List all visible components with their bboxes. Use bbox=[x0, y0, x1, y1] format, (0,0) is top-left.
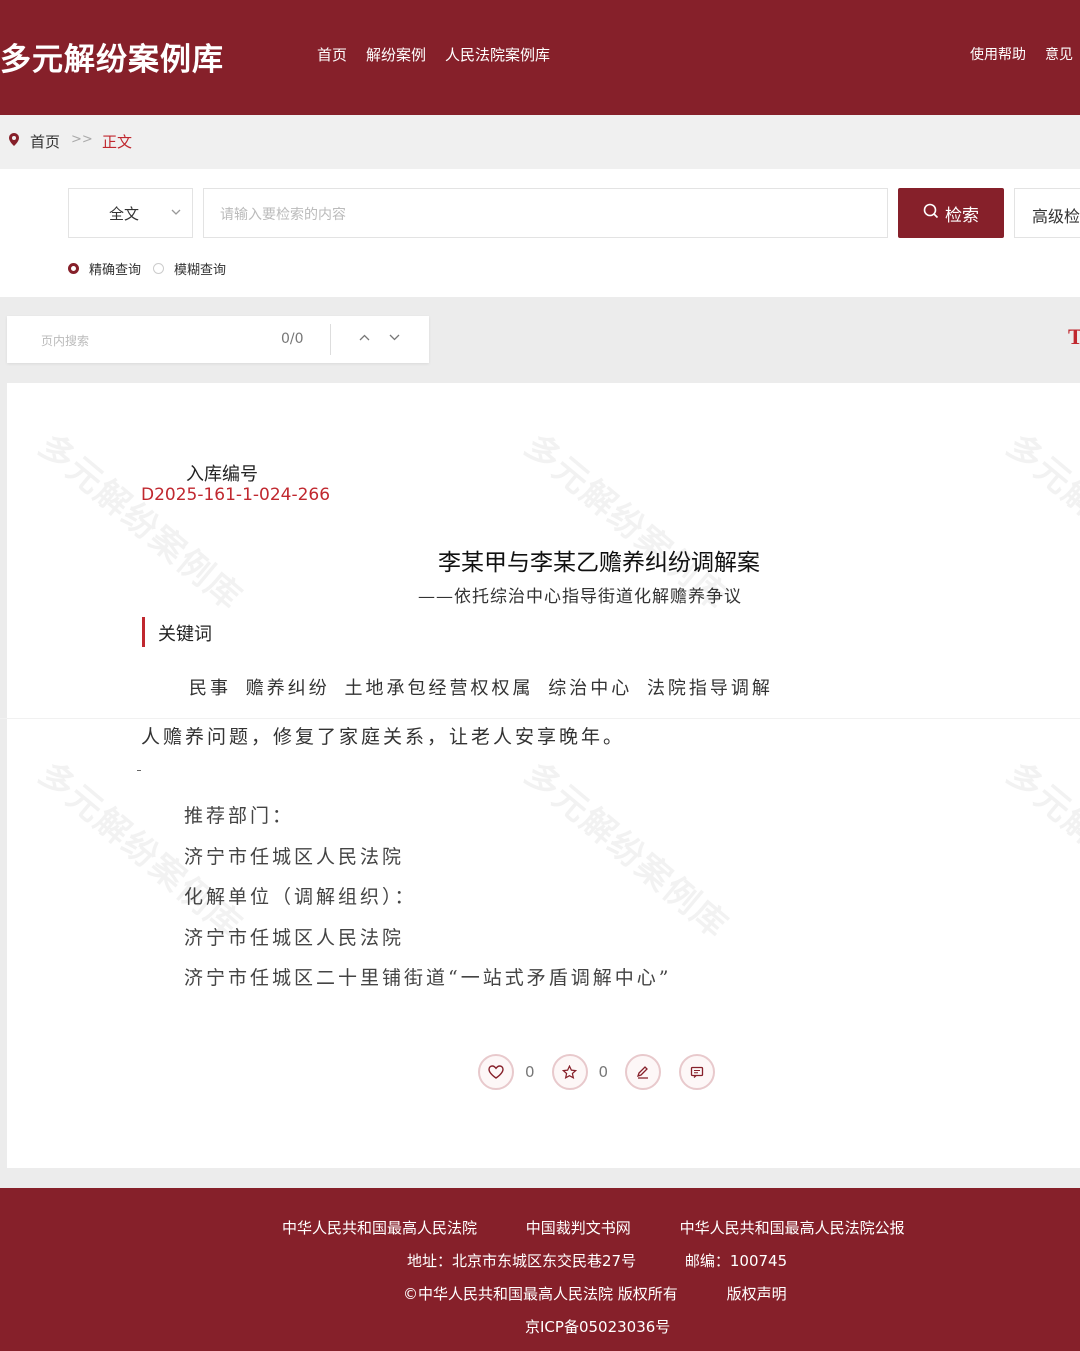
keyword: 综治中心 bbox=[548, 678, 633, 699]
search-icon bbox=[923, 203, 939, 224]
keyword: 赡养纠纷 bbox=[245, 678, 330, 699]
footer-link-judgments[interactable]: 中国裁判文书网 bbox=[526, 1219, 631, 1237]
nav-home[interactable]: 首页 bbox=[317, 44, 347, 65]
divider bbox=[330, 324, 331, 355]
page-search-bar: 页内搜索 0/0 bbox=[7, 316, 429, 363]
comment-button[interactable] bbox=[679, 1054, 716, 1090]
breadcrumb: 首页 >> 正文 bbox=[0, 115, 1080, 169]
search-input[interactable]: 请输入要检索的内容 bbox=[203, 188, 888, 238]
body-text-fragment: 人赡养问题，修复了家庭关系，让老人安享晚年。 bbox=[141, 726, 626, 748]
comment-icon bbox=[690, 1066, 704, 1078]
recommend-label: 推荐部门： bbox=[184, 805, 295, 827]
resolve-value: 济宁市任城区二十里铺街道“一站式矛盾调解中心” bbox=[184, 967, 672, 989]
search-panel: 全文 请输入要检索的内容 检索 高级检 精确查询 模糊查询 bbox=[0, 169, 1080, 297]
footer-contact: 地址：北京市东城区东交民巷27号 邮编：100745 bbox=[407, 1250, 787, 1271]
case-title: 李某甲与李某乙赡养纠纷调解案 bbox=[438, 550, 760, 576]
query-mode-group: 精确查询 模糊查询 bbox=[68, 259, 226, 278]
star-icon bbox=[562, 1064, 578, 1079]
case-number-label: 入库编号 bbox=[186, 464, 258, 485]
breadcrumb-separator: >> bbox=[71, 132, 93, 147]
footer-address: 地址：北京市东城区东交民巷27号 bbox=[407, 1252, 637, 1270]
heart-icon bbox=[488, 1065, 504, 1079]
search-button[interactable]: 检索 bbox=[898, 188, 1004, 238]
footer-copyright-statement[interactable]: 版权声明 bbox=[727, 1285, 787, 1303]
nav-feedback[interactable]: 意见 bbox=[1045, 44, 1073, 64]
recommend-value: 济宁市任城区人民法院 bbox=[184, 846, 405, 868]
radio-fuzzy-label[interactable]: 模糊查询 bbox=[174, 259, 226, 278]
chevron-down-icon bbox=[171, 205, 181, 219]
nav-help[interactable]: 使用帮助 bbox=[970, 44, 1026, 64]
top-header: 多元解纷案例库 首页 解纷案例 人民法院案例库 使用帮助 意见 bbox=[0, 0, 1080, 115]
page-search-input[interactable]: 页内搜索 bbox=[41, 332, 89, 349]
chevron-up-icon[interactable] bbox=[359, 330, 370, 344]
keywords-list: 民事 赡养纠纷 土地承包经营权权属 综治中心 法院指导调解 bbox=[189, 674, 773, 700]
search-scope-value: 全文 bbox=[109, 205, 140, 223]
case-subtitle: ——依托综治中心指导街道化解赡养争议 bbox=[418, 587, 742, 607]
keyword: 法院指导调解 bbox=[646, 678, 773, 699]
annotate-button[interactable] bbox=[625, 1054, 662, 1090]
footer-link-spc[interactable]: 中华人民共和国最高人民法院 bbox=[282, 1219, 477, 1237]
footer-link-gazette[interactable]: 中华人民共和国最高人民法院公报 bbox=[680, 1219, 905, 1237]
radio-exact-label[interactable]: 精确查询 bbox=[89, 259, 141, 278]
radio-fuzzy[interactable] bbox=[153, 263, 165, 274]
font-size-icon[interactable]: T bbox=[1068, 324, 1080, 350]
footer-copyright-row: ©中华人民共和国最高人民法院 版权所有 版权声明 bbox=[403, 1283, 787, 1304]
case-number: D2025-161-1-024-266 bbox=[141, 485, 331, 505]
nav-dispute-cases[interactable]: 解纷案例 bbox=[366, 44, 426, 65]
stray-mark bbox=[137, 770, 141, 771]
section-accent-bar bbox=[142, 617, 145, 647]
favorite-button[interactable] bbox=[551, 1054, 588, 1090]
search-scope-select[interactable]: 全文 bbox=[68, 188, 193, 238]
resolve-value: 济宁市任城区人民法院 bbox=[184, 927, 405, 949]
footer-postcode: 邮编：100745 bbox=[684, 1252, 788, 1270]
site-logo[interactable]: 多元解纷案例库 bbox=[0, 34, 224, 79]
header-right-links: 使用帮助 意见 bbox=[970, 44, 1073, 64]
breadcrumb-home[interactable]: 首页 bbox=[30, 131, 60, 152]
pen-icon bbox=[637, 1066, 649, 1079]
radio-exact[interactable] bbox=[68, 263, 79, 274]
like-button[interactable] bbox=[478, 1054, 514, 1090]
footer-copyright: ©中华人民共和国最高人民法院 版权所有 bbox=[403, 1285, 678, 1303]
location-pin-icon bbox=[9, 133, 19, 150]
resolve-label: 化解单位（调解组织）： bbox=[184, 886, 417, 908]
keyword: 民事 bbox=[189, 678, 231, 699]
page-search-count: 0/0 bbox=[281, 331, 304, 347]
site-footer: 中华人民共和国最高人民法院 中国裁判文书网 中华人民共和国最高人民法院公报 地址… bbox=[0, 1188, 1080, 1351]
favorite-count: 0 bbox=[598, 1063, 609, 1081]
search-button-label: 检索 bbox=[945, 205, 979, 226]
footer-links: 中华人民共和国最高人民法院 中国裁判文书网 中华人民共和国最高人民法院公报 bbox=[282, 1217, 905, 1238]
like-count: 0 bbox=[525, 1063, 535, 1081]
keywords-heading: 关键词 bbox=[158, 624, 212, 645]
keyword: 土地承包经营权权属 bbox=[344, 678, 534, 699]
main-nav: 首页 解纷案例 人民法院案例库 bbox=[317, 44, 550, 65]
footer-icp[interactable]: 京ICP备05023036号 bbox=[525, 1316, 670, 1337]
breadcrumb-current: 正文 bbox=[102, 133, 133, 151]
advanced-search-button[interactable]: 高级检 bbox=[1014, 188, 1080, 238]
action-bar: 0 0 bbox=[478, 1054, 716, 1090]
nav-court-case-library[interactable]: 人民法院案例库 bbox=[445, 44, 550, 65]
chevron-down-icon[interactable] bbox=[389, 330, 400, 344]
image-seam bbox=[0, 718, 1080, 719]
